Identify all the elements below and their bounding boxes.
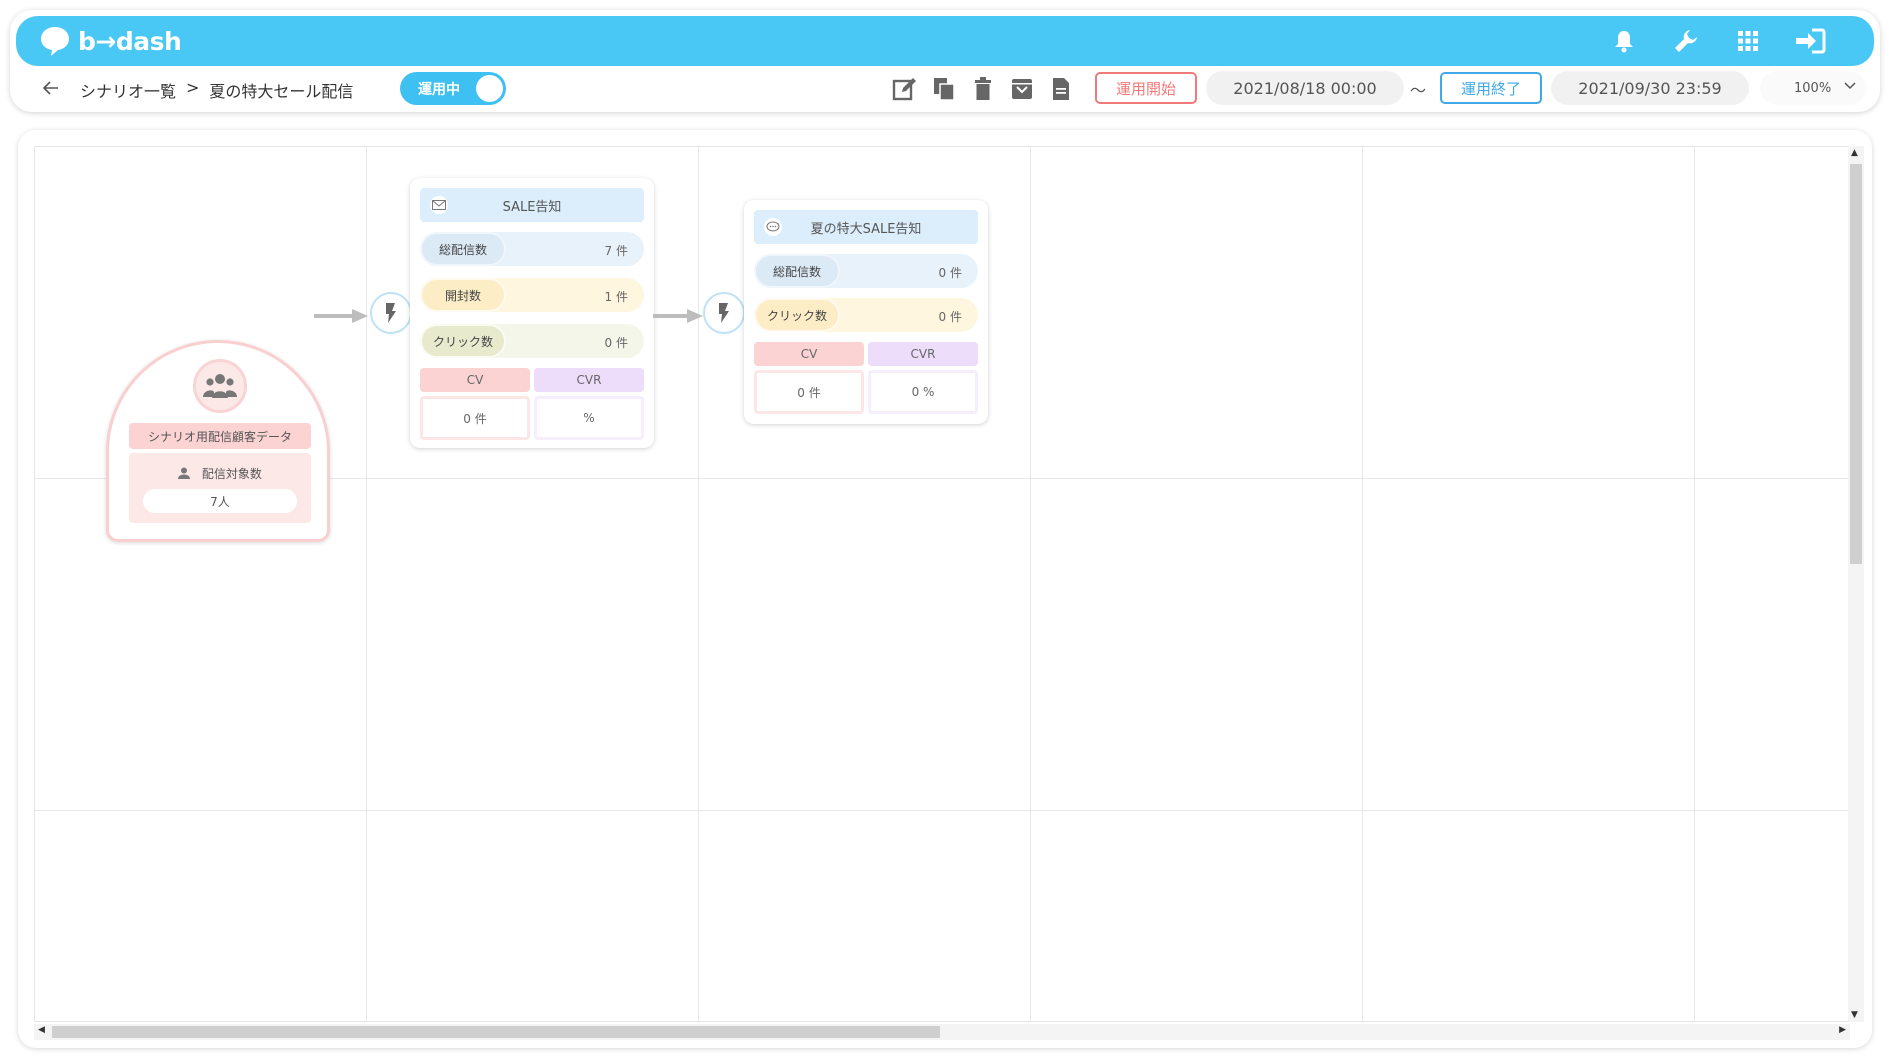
users-icon — [193, 359, 247, 413]
logo[interactable]: b→dash — [38, 24, 182, 58]
cvr-label: CVR — [534, 368, 644, 392]
stat-opens: 開封数 1 件 — [420, 278, 644, 312]
action-node-summer-sale-notice[interactable]: 夏の特大SALE告知 総配信数 0 件 クリック数 0 件 CV 0 件 CVR… — [744, 200, 988, 424]
logo-text: b→dash — [78, 26, 182, 56]
chat-icon — [764, 218, 782, 236]
wrench-icon[interactable] — [1670, 25, 1702, 57]
cvr-box: CVR 0 % — [868, 342, 978, 418]
breadcrumb-scenario-list[interactable]: シナリオ一覧 — [80, 78, 176, 102]
logo-bubble-icon — [38, 24, 72, 58]
stat-value: 1 件 — [604, 290, 628, 304]
status-toggle[interactable]: 運用中 — [400, 72, 506, 105]
document-icon[interactable] — [1046, 74, 1076, 104]
header: b→dash シナリオ一覧 > 夏の特大セール配信 運用中 運用開始 2021/… — [10, 10, 1880, 112]
cv-label: CV — [420, 368, 530, 392]
start-node-title: シナリオ用配信顧客データ — [129, 423, 311, 449]
cv-value: 0 件 — [754, 370, 864, 414]
scroll-right-arrow-icon[interactable]: ▶ — [1839, 1025, 1846, 1035]
trigger-node-2[interactable] — [703, 292, 745, 334]
stat-total-sent: 総配信数 7 件 — [420, 232, 644, 266]
action-node-sale-notice[interactable]: SALE告知 総配信数 7 件 開封数 1 件 クリック数 0 件 CV 0 件… — [410, 178, 654, 448]
top-navigation-bar: b→dash — [16, 16, 1874, 66]
action-node-title-text: 夏の特大SALE告知 — [810, 221, 922, 237]
cv-box: CV 0 件 — [420, 368, 530, 444]
chevron-down-icon — [1844, 79, 1856, 93]
trash-icon[interactable] — [968, 74, 998, 104]
end-date-field[interactable]: 2021/09/30 23:59 — [1551, 71, 1749, 105]
horizontal-scrollbar[interactable]: ◀ ▶ — [34, 1024, 1850, 1040]
copy-icon[interactable] — [929, 74, 959, 104]
action-node-title: SALE告知 — [420, 188, 644, 222]
cvr-box: CVR % — [534, 368, 644, 444]
zoom-select[interactable]: 100% — [1760, 71, 1866, 105]
start-operation-button[interactable]: 運用開始 — [1095, 72, 1197, 104]
stat-label: 総配信数 — [754, 254, 840, 288]
stat-label: 総配信数 — [420, 232, 506, 266]
breadcrumb-separator: > — [186, 78, 200, 97]
action-node-title-text: SALE告知 — [502, 199, 562, 215]
date-range-separator: ～ — [1410, 81, 1427, 100]
logout-icon[interactable] — [1794, 25, 1826, 57]
horizontal-scroll-thumb[interactable] — [52, 1026, 940, 1038]
zoom-value: 100% — [1794, 80, 1832, 96]
flow-arrow — [314, 309, 368, 323]
lightning-icon — [386, 303, 396, 323]
cvr-value: 0 % — [868, 370, 978, 414]
breadcrumb: シナリオ一覧 > 夏の特大セール配信 — [80, 78, 353, 102]
bell-icon[interactable] — [1608, 25, 1640, 57]
lightning-icon — [719, 303, 729, 323]
cv-box: CV 0 件 — [754, 342, 864, 418]
end-operation-button[interactable]: 運用終了 — [1440, 72, 1542, 104]
cvr-label: CVR — [868, 342, 978, 366]
stat-total-sent: 総配信数 0 件 — [754, 254, 978, 288]
mail-icon — [430, 196, 448, 214]
scroll-left-arrow-icon[interactable]: ◀ — [38, 1025, 45, 1035]
cv-value: 0 件 — [420, 396, 530, 440]
stat-value: 0 件 — [604, 336, 628, 350]
target-count-label: 配信対象数 — [129, 465, 311, 482]
app-grid-icon[interactable] — [1732, 25, 1764, 57]
stat-clicks: クリック数 0 件 — [420, 324, 644, 358]
start-date-field[interactable]: 2021/08/18 00:00 — [1206, 71, 1404, 105]
toggle-knob — [476, 75, 503, 102]
breadcrumb-current: 夏の特大セール配信 — [209, 82, 354, 101]
archive-icon[interactable] — [1007, 74, 1037, 104]
scroll-down-arrow-icon[interactable]: ▼ — [1851, 1010, 1858, 1020]
flow-arrow — [653, 309, 703, 323]
vertical-scrollbar[interactable]: ▲ ▼ — [1848, 146, 1864, 1022]
status-toggle-label: 運用中 — [418, 81, 460, 98]
stat-value: 0 件 — [938, 310, 962, 324]
stat-label: クリック数 — [754, 298, 840, 332]
stat-value: 0 件 — [938, 266, 962, 280]
cvr-value: % — [534, 396, 644, 440]
action-node-title: 夏の特大SALE告知 — [754, 210, 978, 244]
scenario-toolbar: シナリオ一覧 > 夏の特大セール配信 運用中 運用開始 2021/08/18 0… — [10, 66, 1880, 112]
stat-value: 7 件 — [604, 244, 628, 258]
start-node-body: 配信対象数 7人 — [129, 453, 311, 523]
person-icon — [178, 467, 202, 481]
stat-clicks: クリック数 0 件 — [754, 298, 978, 332]
stat-label: 開封数 — [420, 278, 506, 312]
target-count-text: 配信対象数 — [201, 467, 262, 481]
scroll-up-arrow-icon[interactable]: ▲ — [1851, 148, 1858, 158]
target-count-value: 7人 — [143, 489, 297, 513]
edit-icon[interactable] — [890, 74, 920, 104]
cv-label: CV — [754, 342, 864, 366]
vertical-scroll-thumb[interactable] — [1850, 164, 1862, 564]
stat-label: クリック数 — [420, 324, 506, 358]
trigger-node-1[interactable] — [370, 292, 412, 334]
back-arrow-icon[interactable] — [38, 75, 64, 101]
scenario-canvas: シナリオ用配信顧客データ 配信対象数 7人 SALE告知 総配信数 7 件 開封… — [18, 130, 1872, 1048]
